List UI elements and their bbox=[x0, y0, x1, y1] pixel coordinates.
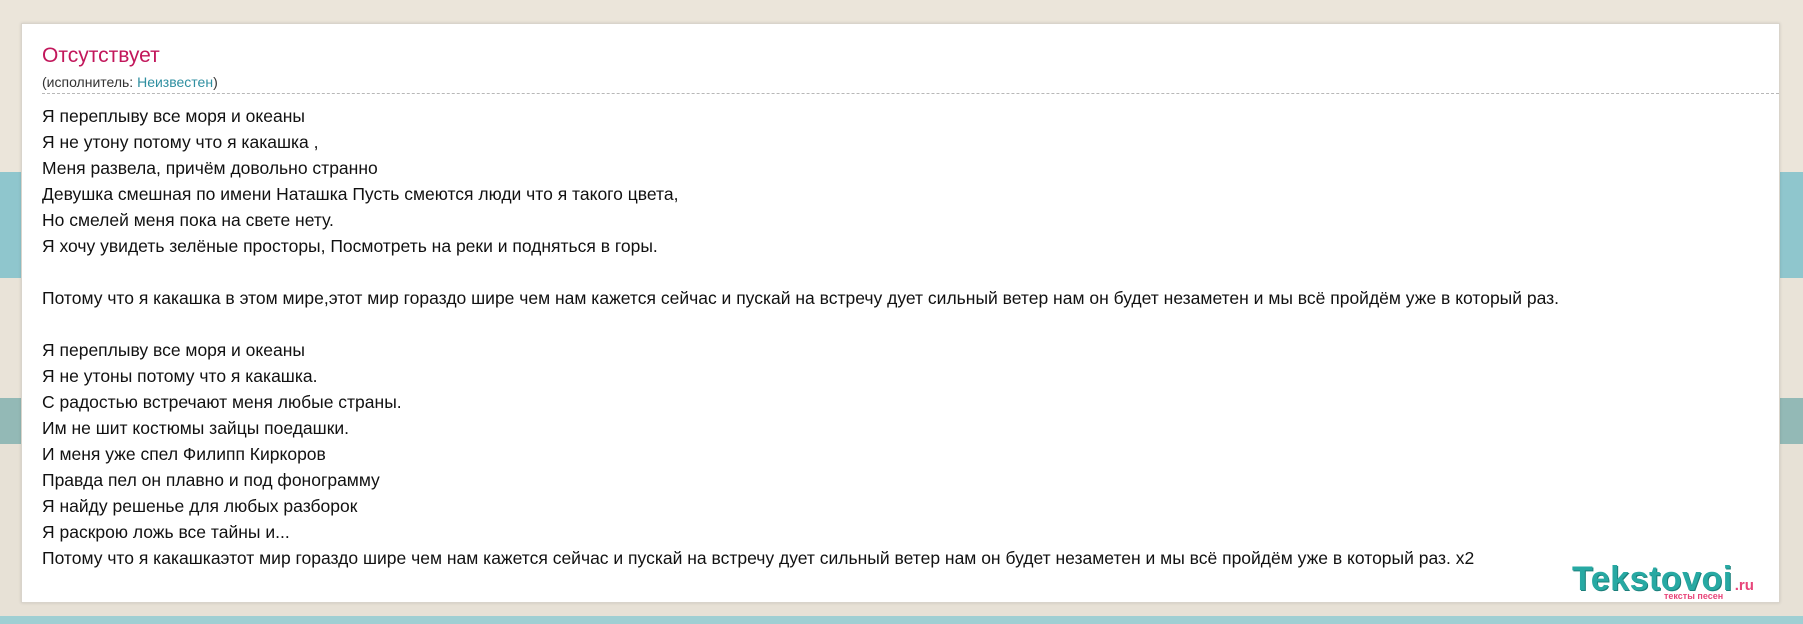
lyric-line: Потому что я какашка в этом мире,этот ми… bbox=[42, 288, 1560, 308]
logo-tld: .ru bbox=[1734, 577, 1754, 594]
lyric-line-blank bbox=[42, 259, 1779, 285]
lyric-line: Девушка смешная по имени Наташка Пусть с… bbox=[42, 184, 679, 204]
lyric-line: Я переплыву все моря и океаны bbox=[42, 340, 305, 360]
lyric-line: Я не утоны потому что я какашка. bbox=[42, 366, 318, 386]
lyric-line-blank bbox=[42, 311, 1779, 337]
artist-line: (исполнитель: Неизвестен) bbox=[42, 74, 218, 90]
lyric-line: Потому что я какашкаэтот мир гораздо шир… bbox=[42, 548, 1475, 568]
lyric-line: Я найду решенье для любых разборок bbox=[42, 496, 358, 516]
logo-tagline: тексты песен bbox=[1664, 591, 1724, 601]
lyric-line: Но смелей меня пока на свете нету. bbox=[42, 210, 334, 230]
lyric-line: Им не шит костюмы зайцы поедашки. bbox=[42, 418, 350, 438]
artist-prefix: (исполнитель: bbox=[42, 74, 138, 90]
dashed-divider bbox=[42, 93, 1779, 94]
song-title: Отсутствует bbox=[42, 44, 160, 67]
lyric-line: Я не утону потому что я какашка , bbox=[42, 132, 319, 152]
site-logo: Tekstovoi .ru тексты песен bbox=[1572, 560, 1754, 601]
lyrics-card: Отсутствует (исполнитель: Неизвестен) Я … bbox=[21, 23, 1780, 603]
lyrics-text: Я переплыву все моря и океаны Я не утону… bbox=[42, 103, 1779, 571]
lyric-line: Я раскрою ложь все тайны и... bbox=[42, 522, 290, 542]
lyric-line: Меня развела, причём довольно странно bbox=[42, 158, 378, 178]
lyric-line: И меня уже спел Филипп Киркоров bbox=[42, 444, 326, 464]
lyric-line: Я переплыву все моря и океаны bbox=[42, 106, 305, 126]
artist-link[interactable]: Неизвестен bbox=[137, 74, 213, 90]
lyric-line: Я хочу увидеть зелёные просторы, Посмотр… bbox=[42, 236, 658, 256]
lyric-line: С радостью встречают меня любые страны. bbox=[42, 392, 402, 412]
artist-suffix: ) bbox=[213, 74, 218, 90]
lyric-line: Правда пел он плавно и под фонограмму bbox=[42, 470, 380, 490]
